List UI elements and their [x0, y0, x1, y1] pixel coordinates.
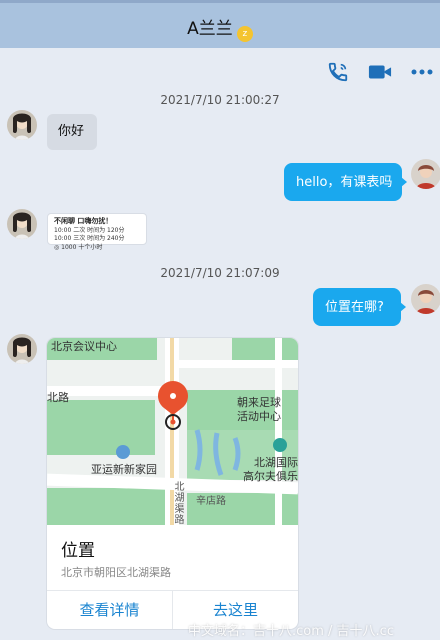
- vip-badge-icon: z: [236, 26, 253, 42]
- message-bubble-sent[interactable]: 位置在哪?: [313, 288, 406, 326]
- location-address: 北京市朝阳区北湖渠路: [61, 566, 171, 579]
- map-road-label: 辛店路: [196, 496, 226, 507]
- contact-avatar[interactable]: [7, 110, 37, 140]
- map-poi-icon: [273, 438, 287, 452]
- my-avatar[interactable]: [411, 284, 440, 314]
- message-text: hello，有课表吗: [296, 175, 393, 190]
- contact-avatar-image: [7, 209, 37, 239]
- message-text: 位置在哪?: [325, 300, 384, 315]
- location-pin-icon: [158, 381, 188, 430]
- image-line: ◎ 1000 十个小时: [54, 243, 103, 251]
- message-timestamp: 2021/7/10 21:07:09: [160, 266, 280, 280]
- location-map[interactable]: 北京会议中心 北路 朝来足球 活动中心 亚运新新家园 北湖国际 高尔夫俱乐 北湖…: [47, 338, 298, 525]
- map-poi-icon: [116, 445, 130, 459]
- map-label: 高尔夫俱乐: [243, 470, 298, 483]
- image-headline: 不闲聊 口嗨勿扰！: [54, 217, 113, 225]
- more-button[interactable]: [410, 60, 434, 84]
- video-call-button[interactable]: [368, 60, 392, 84]
- message-bubble-sent[interactable]: hello，有课表吗: [284, 163, 407, 201]
- watermark: 中文域名：吉十八.com / 吉十八.cc: [188, 624, 394, 639]
- contact-avatar-image: [7, 110, 37, 140]
- location-message-card[interactable]: 北京会议中心 北路 朝来足球 活动中心 亚运新新家园 北湖国际 高尔夫俱乐 北湖…: [47, 338, 298, 629]
- more-icon: [411, 69, 433, 75]
- shared-image-message[interactable]: 不闲聊 口嗨勿扰！ 10:00 二次 时间为 120分 10:00 三次 时间为…: [47, 213, 147, 251]
- message-text: 你好: [58, 124, 85, 139]
- map-label: 亚运新新家园: [91, 463, 157, 476]
- message-timestamp: 2021/7/10 21:00:27: [160, 93, 280, 107]
- phone-icon: [328, 62, 348, 82]
- message-bubble-received[interactable]: 你好: [47, 114, 97, 150]
- contact-avatar-image: [7, 334, 37, 364]
- map-road-label: 北湖渠路: [172, 481, 183, 525]
- voice-call-button[interactable]: [326, 60, 350, 84]
- my-avatar[interactable]: [411, 159, 440, 189]
- chat-toolbar: [326, 58, 434, 86]
- my-avatar-image: [411, 159, 440, 189]
- map-label: 北京会议中心: [51, 340, 117, 353]
- my-avatar-image: [411, 284, 440, 314]
- contact-avatar[interactable]: [7, 334, 37, 364]
- title-bar: A兰兰 z: [0, 0, 440, 48]
- map-label: 活动中心: [237, 410, 281, 423]
- contact-name: A兰兰: [187, 19, 233, 39]
- chat-title: A兰兰 z: [0, 14, 440, 42]
- image-line: 10:00 三次 时间为 240分: [54, 235, 125, 243]
- map-label: 北路: [47, 391, 69, 404]
- location-title: 位置: [61, 541, 95, 561]
- video-icon: [368, 65, 392, 79]
- title-bar-edge: [0, 0, 440, 3]
- view-details-button[interactable]: 查看详情: [47, 591, 172, 629]
- contact-avatar[interactable]: [7, 209, 37, 239]
- image-line: 10:00 二次 时间为 120分: [54, 226, 125, 234]
